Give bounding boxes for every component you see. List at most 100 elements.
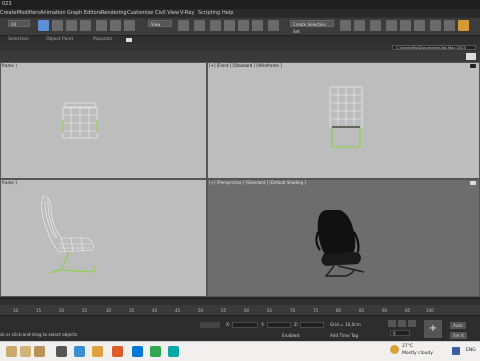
chrome-browser-icon[interactable] xyxy=(150,346,161,357)
enabled-label: Enabled: xyxy=(282,333,301,338)
z-coord-field[interactable] xyxy=(300,322,324,328)
z-label: Z: xyxy=(294,322,299,327)
status-bar: ck or click-and-drag to select objects X… xyxy=(0,315,480,342)
select-object-icon[interactable] xyxy=(38,20,49,31)
timeline-tick: 25 xyxy=(82,308,88,313)
time-slider[interactable] xyxy=(0,299,480,305)
snaps-toggle-icon[interactable] xyxy=(210,20,221,31)
menu-bar: Create Modifiers Animation Graph Editors… xyxy=(0,9,480,18)
mirror-icon[interactable] xyxy=(340,20,351,31)
curve-editor-icon[interactable] xyxy=(400,20,411,31)
timeline-tick: 50 xyxy=(198,308,204,313)
taskbar: 27°C Mostly cloudy ENG xyxy=(0,341,480,361)
3ds-max-icon[interactable] xyxy=(168,346,179,357)
menu-modifiers[interactable]: Modifiers xyxy=(17,9,40,18)
edit-named-selection-icon[interactable] xyxy=(268,20,279,31)
menu-vray[interactable]: V-Ray xyxy=(180,9,194,18)
play-icon[interactable] xyxy=(398,320,406,327)
render-teapot-icon[interactable] xyxy=(458,20,469,31)
auto-key-button[interactable]: Auto xyxy=(450,322,466,329)
timeline[interactable]: 10 15 20 25 30 35 40 45 50 55 60 65 70 7… xyxy=(0,298,480,316)
viewport-front[interactable]: [+] [Front ] [Standard ] [Wireframe ] xyxy=(207,62,480,179)
select-rotate-icon[interactable] xyxy=(110,20,121,31)
play-prev-icon[interactable] xyxy=(388,320,396,327)
chair-side-wireframe xyxy=(41,195,96,274)
percent-snap-icon[interactable] xyxy=(238,20,249,31)
selection-set-dropdown[interactable]: Create Selection Set xyxy=(290,20,334,34)
selection-filter-dropdown[interactable]: All xyxy=(8,20,30,27)
timeline-tick: 60 xyxy=(244,308,250,313)
ribbon-toggle-icon[interactable] xyxy=(126,38,132,42)
x-label: X: xyxy=(226,322,231,327)
project-path-field[interactable]: C:\Users\Mo\Documents\3ds Max 2023 xyxy=(392,45,476,50)
ribbon-panel-icon[interactable] xyxy=(466,53,476,60)
chair-perspective-render xyxy=(315,210,365,277)
select-manipulate-icon[interactable] xyxy=(194,20,205,31)
play-next-icon[interactable] xyxy=(408,320,416,327)
timeline-tick: 20 xyxy=(59,308,65,313)
render-setup-icon[interactable] xyxy=(430,20,441,31)
taskbar-app-icon[interactable] xyxy=(20,346,31,357)
viewport-left[interactable]: frame ] xyxy=(0,179,207,297)
notification-icon[interactable] xyxy=(452,347,460,355)
chair-front-wireframe xyxy=(329,86,363,148)
angle-snap-icon[interactable] xyxy=(224,20,235,31)
tab-selection[interactable]: Selection xyxy=(8,36,29,44)
menu-create[interactable]: Create xyxy=(0,9,17,18)
chat-icon[interactable] xyxy=(56,346,67,357)
ribbon-tabs: Selection Object Paint Populate xyxy=(0,36,480,44)
store-icon[interactable] xyxy=(74,346,85,357)
tab-object-paint[interactable]: Object Paint xyxy=(46,36,73,44)
x-coord-field[interactable] xyxy=(232,322,258,328)
material-editor-icon[interactable] xyxy=(414,20,425,31)
timeline-tick: 90 xyxy=(382,308,388,313)
scene-explorer-icon[interactable] xyxy=(370,20,381,31)
rectangle-selection-icon[interactable] xyxy=(66,20,77,31)
taskbar-app-icon[interactable] xyxy=(6,346,17,357)
window-title: 023 xyxy=(2,1,12,7)
menu-graph-editors[interactable]: Graph Editors xyxy=(67,9,101,18)
select-scale-icon[interactable] xyxy=(124,20,135,31)
rendered-frame-icon[interactable] xyxy=(444,20,455,31)
main-toolbar: All View Create Selection Set xyxy=(0,18,480,36)
spinner-snap-icon[interactable] xyxy=(252,20,263,31)
menu-rendering[interactable]: Rendering xyxy=(101,9,127,18)
menu-animation[interactable]: Animation xyxy=(40,9,66,18)
current-frame-field[interactable]: 0 xyxy=(390,330,410,336)
weather-desc: Mostly cloudy xyxy=(402,351,433,356)
selection-set-placeholder: Create Selection Set xyxy=(293,22,326,34)
menu-scripting[interactable]: Scripting xyxy=(198,9,220,18)
lock-selection-icon[interactable] xyxy=(200,322,220,328)
timeline-tick: 30 xyxy=(106,308,112,313)
select-by-name-icon[interactable] xyxy=(52,20,63,31)
file-explorer-icon[interactable] xyxy=(92,346,103,357)
timeline-tick: 40 xyxy=(152,308,158,313)
viewport-top[interactable]: frame ] xyxy=(0,62,207,179)
add-key-icon[interactable]: + xyxy=(424,320,442,338)
language-indicator[interactable]: ENG xyxy=(466,348,476,353)
reference-coord-dropdown[interactable]: View xyxy=(148,20,172,27)
menu-civil-view[interactable]: Civil View xyxy=(155,9,179,18)
window-crossing-icon[interactable] xyxy=(80,20,91,31)
y-coord-field[interactable] xyxy=(267,322,291,328)
grid-readout: Grid = 10,0cm xyxy=(330,322,361,327)
timeline-tick: 65 xyxy=(267,308,273,313)
taskbar-app-icon[interactable] xyxy=(34,346,45,357)
layer-explorer-icon[interactable] xyxy=(386,20,397,31)
brave-browser-icon[interactable] xyxy=(112,346,123,357)
edge-browser-icon[interactable] xyxy=(132,346,143,357)
set-key-button[interactable]: Set K xyxy=(450,332,467,339)
align-icon[interactable] xyxy=(354,20,365,31)
menu-help[interactable]: Help xyxy=(222,9,233,18)
timeline-tick: 100 xyxy=(426,308,434,313)
select-move-icon[interactable] xyxy=(96,20,107,31)
pivot-center-icon[interactable] xyxy=(178,20,189,31)
tab-populate[interactable]: Populate xyxy=(93,36,113,44)
timeline-tick: 75 xyxy=(313,308,319,313)
workspace-bar: C:\Users\Mo\Documents\3ds Max 2023 xyxy=(0,44,480,51)
timeline-tick: 55 xyxy=(221,308,227,313)
timeline-tick: 45 xyxy=(175,308,181,313)
add-time-tag-button[interactable]: Add Time Tag xyxy=(330,333,358,338)
viewport-perspective[interactable]: [+] [Perspective ] [Standard ] [Default … xyxy=(207,179,480,297)
menu-customize[interactable]: Customize xyxy=(127,9,153,18)
